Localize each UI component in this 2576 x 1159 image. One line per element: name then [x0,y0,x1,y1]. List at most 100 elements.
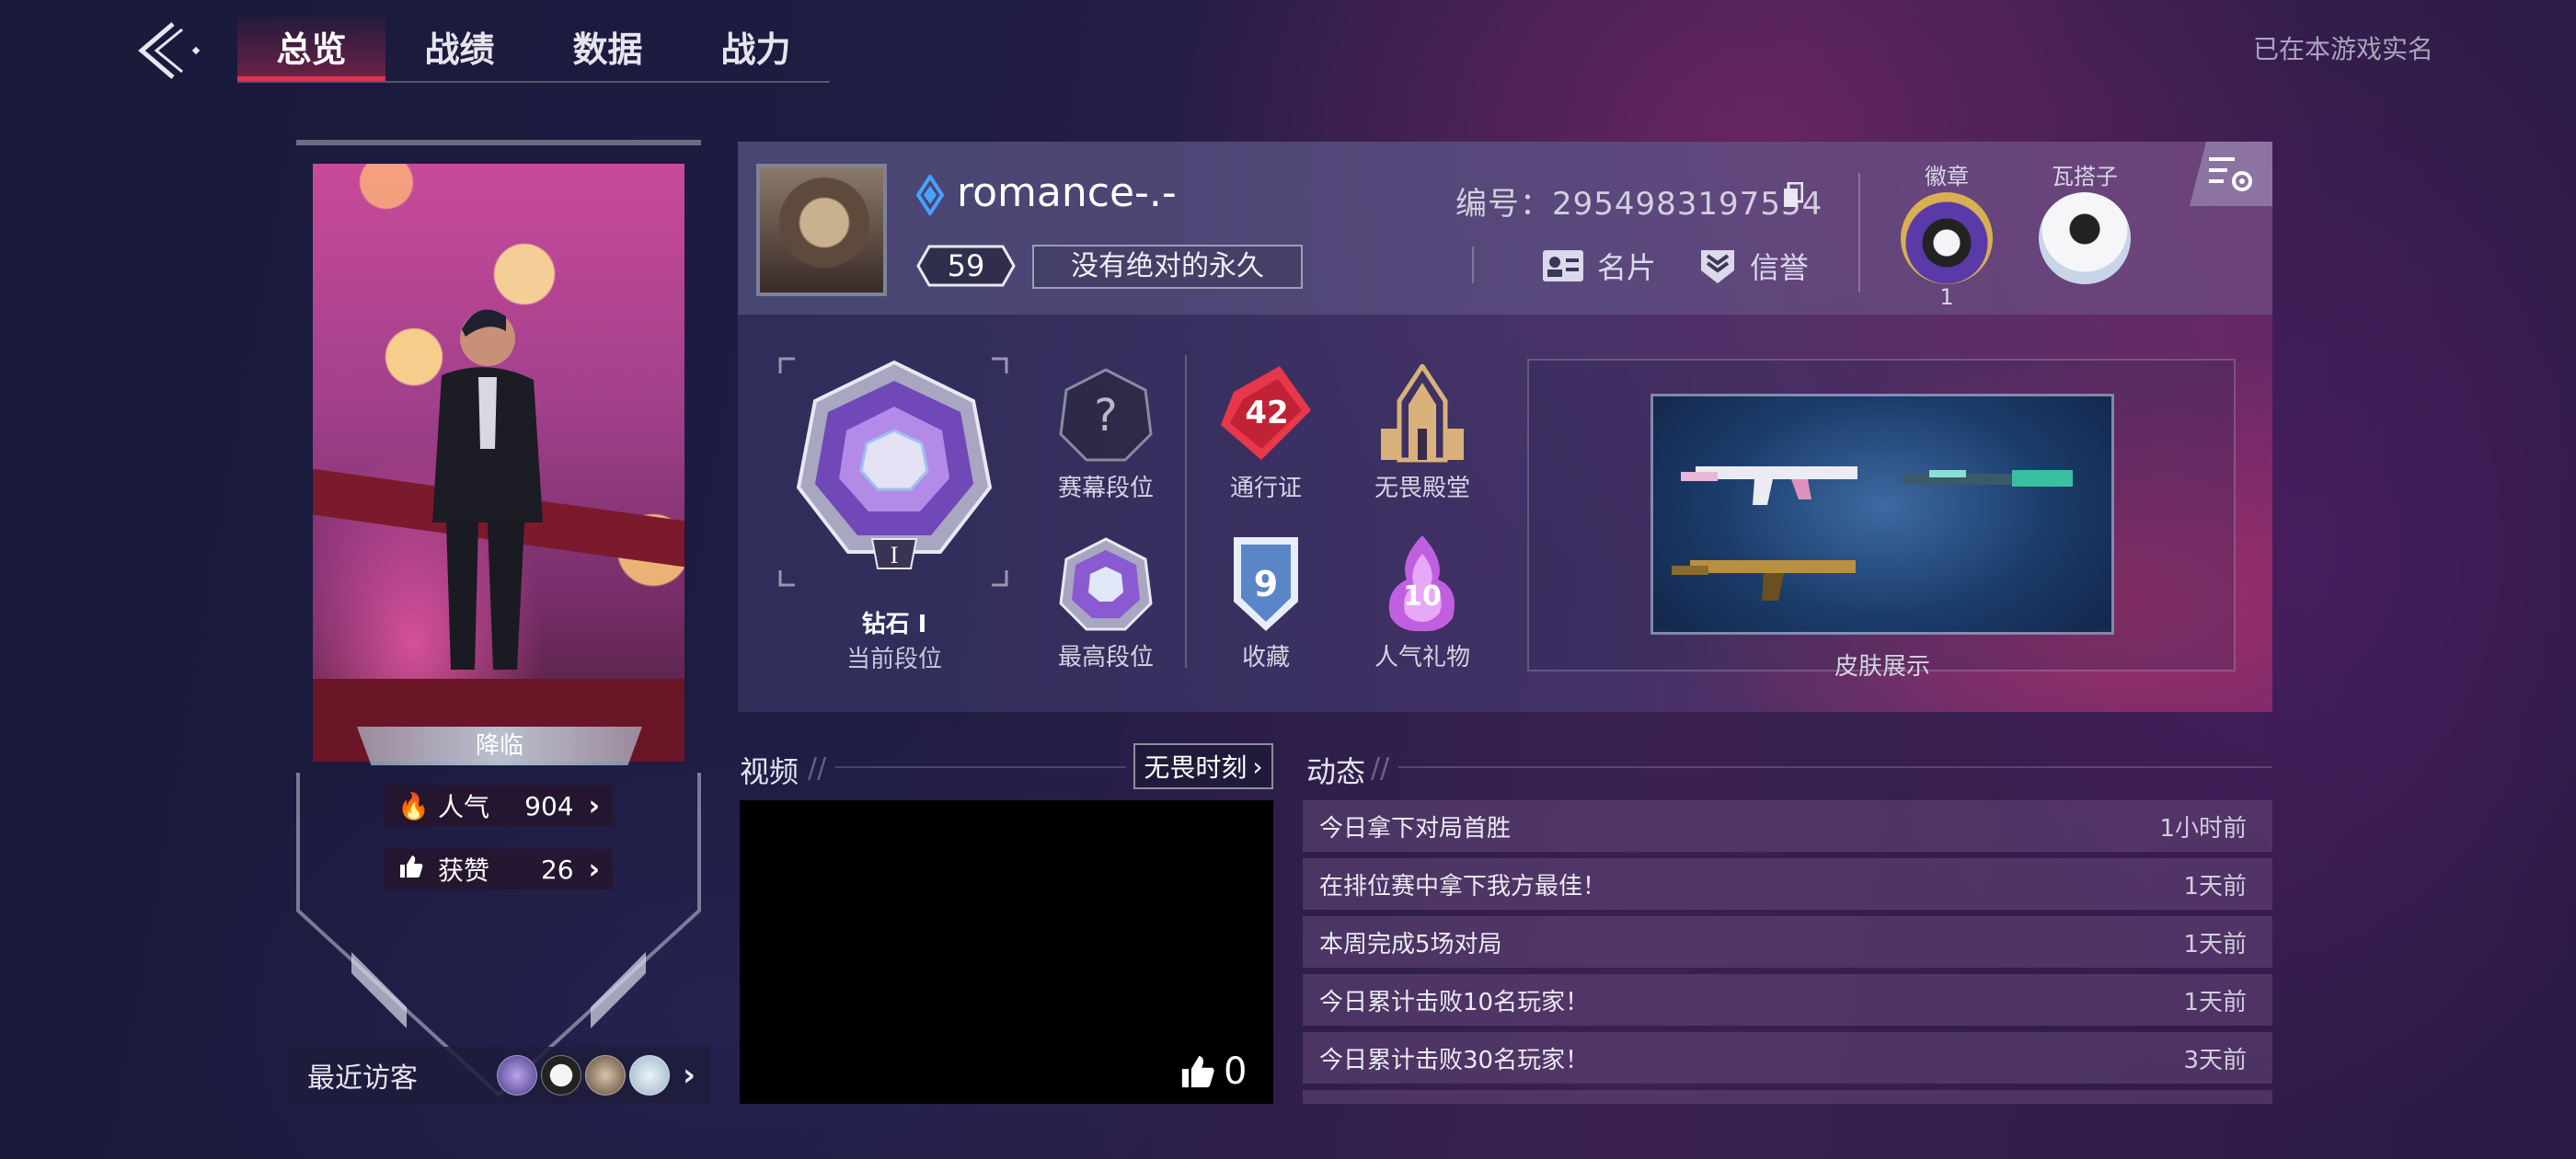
player-id: 编号：2954983197554 [1455,186,1823,223]
visitors-label: 最近访客 [307,1062,418,1095]
visitor-avatar[interactable] [584,1055,626,1096]
diamond-rank-small-icon [1059,537,1153,631]
slash-decoration: // [1371,752,1390,785]
username: romance-.- [957,169,1177,216]
collection[interactable]: 9 收藏 [1192,534,1340,672]
chevron-right-icon: › [682,1057,696,1094]
season-rank-label: 赛幕段位 [1057,475,1154,502]
skin-preview[interactable] [1650,394,2114,635]
main-tabs: 总览 战绩 数据 战力 [237,17,830,83]
player-avatar[interactable] [756,164,887,296]
season-rank[interactable]: ? 赛幕段位 [1032,364,1179,503]
player-motto[interactable]: 没有绝对的永久 [1032,245,1303,289]
badge-label: 徽章 [1925,164,1969,189]
peak-rank-label: 最高段位 [1057,644,1154,671]
activity-time: 1天前 [2183,988,2247,1016]
back-arrow-icon [138,22,201,79]
hall-label: 无畏殿堂 [1374,475,1470,502]
activity-item[interactable]: 今日累计击败10名玩家！ 1天前 [1303,974,2272,1026]
hall-building-icon [1381,361,1464,463]
weapon-skins-image [1672,466,2073,601]
activity-list: 今日拿下对局首胜 1小时前 在排位赛中拿下我方最佳！ 1天前 本周完成5场对局 … [1303,800,2272,1104]
namecard-button[interactable]: 名片 [1542,245,1656,287]
activity-item[interactable]: 在排位赛中拿下我方最佳！ 1天前 [1303,858,2272,910]
activity-title: 动态 [1306,754,1366,789]
moments-button[interactable]: 无畏时刻 › [1133,743,1273,789]
credit-shield-icon [1701,250,1734,283]
pass-value: 42 [1245,395,1288,431]
diamond-rank-icon[interactable]: I [793,359,995,570]
video-like-count: 0 [1224,1050,1248,1093]
back-button[interactable] [129,17,221,86]
realname-status: 已在本游戏实名 [2252,34,2433,64]
video-like-button[interactable]: 0 [1179,1050,1247,1093]
divider [1858,173,1860,293]
popularity-gift[interactable]: 10 人气礼物 [1349,534,1496,672]
activity-item[interactable]: 今日拿下对局首胜 1小时前 [1303,800,2272,852]
card-title: 降临 [357,727,642,765]
player-card-art[interactable] [313,164,684,762]
tab-records[interactable]: 战绩 [385,17,534,81]
companion-avatar [2039,192,2131,284]
activity-text: 在排位赛中拿下我方最佳！ [1319,872,1607,901]
rank-numeral: I [891,542,899,568]
likes-value: 26 [540,854,574,885]
list-settings-icon [2209,157,2252,191]
collection-shield-icon: 9 [1234,537,1298,631]
id-card-icon [1543,250,1583,281]
activity-text: 今日累计击败30名玩家！ [1319,1046,1590,1074]
gift-flame-icon: 10 [1388,535,1455,632]
skin-showcase-label: 皮肤展示 [1834,653,1930,681]
activity-text: 今日累计击败10名玩家！ [1319,988,1590,1016]
rank-diamond-icon [916,175,944,215]
popularity-stat[interactable]: 🔥 人气 904 › [385,786,613,826]
copy-icon[interactable] [1783,182,1803,208]
divider [1185,355,1187,668]
likes-stat[interactable]: 获赞 26 › [385,849,613,889]
visitor-avatar[interactable] [496,1055,537,1096]
svg-text:?: ? [1094,390,1117,442]
divider [1472,247,1474,283]
visitor-avatar[interactable] [628,1055,670,1096]
battle-pass[interactable]: 42 通行证 [1192,364,1340,503]
tab-overview[interactable]: 总览 [237,17,385,81]
activity-time: 1天前 [2183,872,2247,901]
fire-icon: 🔥 [397,790,430,821]
recent-visitors[interactable]: 最近访客 › [287,1047,710,1104]
section-line [1398,766,2272,768]
chevron-right-icon: › [588,853,600,886]
chevron-right-icon: › [1252,751,1263,782]
likes-label: 获赞 [438,855,490,886]
gift-value: 10 [1403,580,1442,613]
activity-time: 1小时前 [2159,814,2247,843]
level-value: 59 [947,248,985,283]
videos-title: 视频 [740,754,799,789]
slash-decoration: // [808,752,827,785]
credit-button[interactable]: 信誉 [1698,245,1809,287]
tab-power[interactable]: 战力 [682,17,830,81]
companion-slot[interactable]: 瓦搭子 [2039,158,2131,284]
current-rank-label: 当前段位 [845,646,942,673]
thumbs-up-icon [397,854,425,886]
current-rank-name: 钻石 I [861,611,927,638]
rifle-pink-icon [1681,466,1857,505]
visitor-avatar[interactable] [540,1055,581,1096]
card-rail [296,140,701,145]
gift-label: 人气礼物 [1374,644,1470,671]
activity-item[interactable]: 今日累计击败30名玩家！ 3天前 [1303,1032,2272,1084]
activity-time: 1天前 [2183,930,2247,958]
rifle-gold-icon [1672,560,1856,601]
badge-slot[interactable]: 徽章 1 [1901,158,1993,310]
player-level: 59 [916,245,1016,287]
pass-label: 通行证 [1229,475,1302,502]
credit-label: 信誉 [1750,250,1810,285]
hall-of-valor[interactable]: 无畏殿堂 [1349,361,1496,503]
battle-pass-icon: 42 [1221,366,1311,460]
activity-item[interactable]: 本周完成5场对局 1天前 [1303,916,2272,968]
tab-data[interactable]: 数据 [534,17,682,81]
peak-rank[interactable]: 最高段位 [1032,534,1179,672]
activity-item[interactable] [1303,1090,2272,1104]
shotgun-teal-icon [1903,470,2073,487]
agent-portrait [432,309,543,670]
activity-text: 本周完成5场对局 [1319,930,1502,958]
